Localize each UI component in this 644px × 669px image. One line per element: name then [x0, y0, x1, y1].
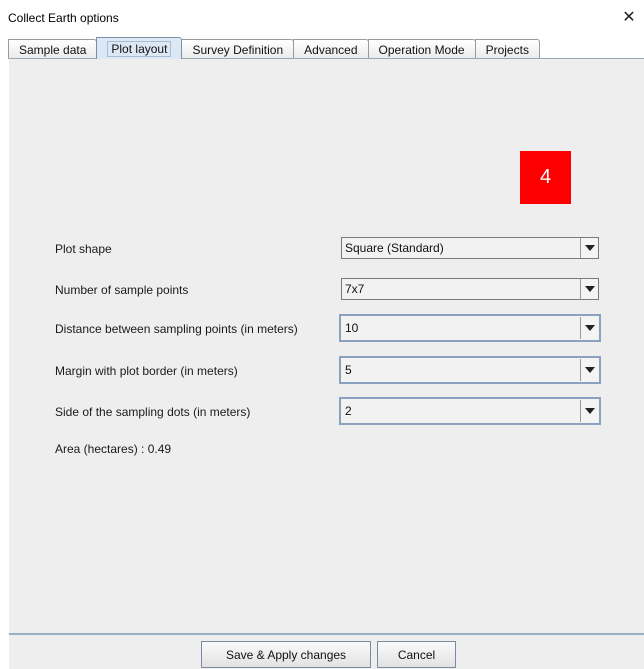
plot-shape-value: Square (Standard) [345, 241, 444, 255]
margin-value: 5 [345, 363, 352, 377]
plot-shape-label: Plot shape [55, 242, 112, 256]
chevron-down-icon[interactable] [580, 359, 598, 381]
close-icon[interactable]: ✕ [614, 4, 644, 30]
chevron-down-icon[interactable] [580, 400, 598, 422]
distance-label: Distance between sampling points (in met… [55, 322, 298, 336]
plot-layout-panel [9, 59, 644, 634]
annotation-badge: 4 [520, 151, 571, 204]
margin-select[interactable]: 5 [339, 356, 601, 384]
dot-side-select[interactable]: 2 [339, 397, 601, 425]
area-readout: Area (hectares) : 0.49 [55, 442, 172, 456]
chevron-down-icon[interactable] [580, 238, 598, 258]
dot-side-label: Side of the sampling dots (in meters) [55, 405, 251, 419]
sample-points-select[interactable]: 7x7 [341, 278, 599, 300]
chevron-down-icon[interactable] [580, 317, 598, 339]
title-bar: Collect Earth options ✕ [0, 0, 644, 32]
tab-projects[interactable]: Projects [474, 39, 540, 59]
margin-label: Margin with plot border (in meters) [55, 364, 238, 378]
tab-operation-mode[interactable]: Operation Mode [367, 39, 476, 59]
tab-survey-definition[interactable]: Survey Definition [181, 39, 295, 59]
tab-label: Plot layout [107, 40, 172, 57]
cancel-button[interactable]: Cancel [377, 641, 456, 668]
save-apply-button[interactable]: Save & Apply changes [201, 641, 371, 668]
sample-points-value: 7x7 [345, 282, 365, 296]
distance-value: 10 [345, 321, 359, 335]
tab-bar: Sample data Plot layout Survey Definitio… [8, 37, 540, 59]
tab-label: Survey Definition [192, 42, 284, 57]
distance-select[interactable]: 10 [339, 314, 601, 342]
tab-label: Projects [485, 42, 529, 57]
tab-advanced[interactable]: Advanced [293, 39, 369, 59]
chevron-down-icon[interactable] [580, 279, 598, 299]
window-title: Collect Earth options [8, 11, 119, 25]
plot-shape-select[interactable]: Square (Standard) [341, 237, 599, 259]
tab-label: Operation Mode [378, 42, 465, 57]
tab-label: Advanced [304, 42, 358, 57]
options-dialog: Collect Earth options ✕ Sample data Plot… [0, 0, 644, 669]
dot-side-value: 2 [345, 404, 352, 418]
tab-plot-layout[interactable]: Plot layout [96, 37, 183, 59]
sample-points-label: Number of sample points [55, 283, 189, 297]
tab-label: Sample data [19, 42, 87, 57]
tab-sample-data[interactable]: Sample data [8, 39, 98, 59]
